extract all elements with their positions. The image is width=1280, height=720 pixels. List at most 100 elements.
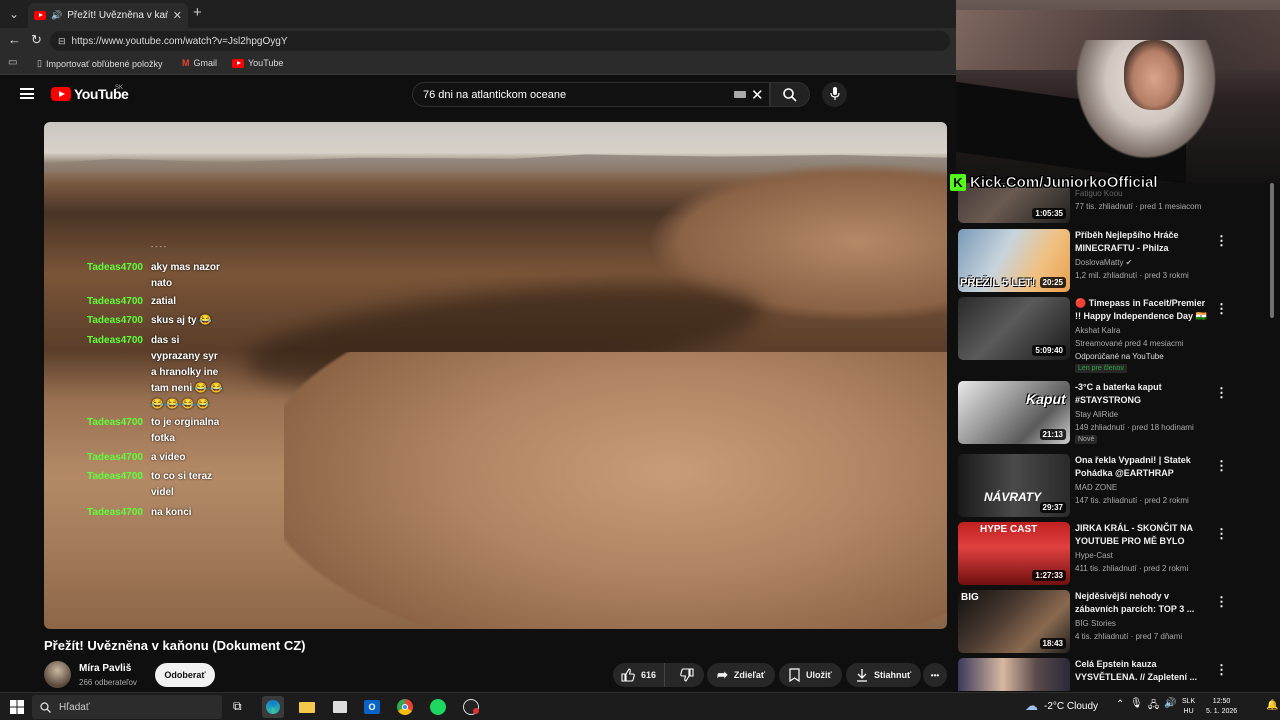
recommended-title[interactable]: Ona řekla Vypadni! | Statek Pohádka @EAR… <box>1075 454 1211 480</box>
dislike-button[interactable] <box>671 663 704 687</box>
task-view-icon[interactable]: ⧉ <box>233 699 242 714</box>
new-tab-plus-icon[interactable]: + <box>193 4 202 21</box>
recommended-title[interactable]: Nejděsivější nehody v zábavních parcích:… <box>1075 590 1211 616</box>
cloud-icon: ☁ <box>1025 698 1038 713</box>
bookmark-youtube[interactable]: YouTube <box>232 58 283 68</box>
chat-username: Tadeas4700 <box>87 471 143 482</box>
save-button[interactable]: Uložiť <box>779 663 842 687</box>
file-explorer-icon[interactable] <box>296 696 318 718</box>
notification-bell-icon[interactable]: 🔔 <box>1266 700 1278 711</box>
more-actions-button[interactable]: ••• <box>923 663 947 687</box>
video-thumbnail[interactable]: NÁVRATY 29:37 <box>958 454 1070 517</box>
url-field[interactable]: ⊟ https://www.youtube.com/watch?v=Jsl2hp… <box>50 31 950 51</box>
video-thumbnail[interactable]: Kaput 21:13 <box>958 381 1070 444</box>
recommended-title[interactable]: -3°C a baterka kaput #STAYSTRONG <box>1075 381 1211 407</box>
tab-list-chevron-icon[interactable]: ⌄ <box>4 4 24 24</box>
clear-search-icon[interactable]: ✕ <box>751 86 764 104</box>
browser-tab-bar: ⌄ 🔊 Přežít! Uvězněna v kaňonu (D ✕ + <box>0 0 956 28</box>
weather-widget[interactable]: ☁ -2°C Cloudy <box>1025 698 1098 714</box>
chrome-icon[interactable] <box>394 696 416 718</box>
chat-text: to je orginalna fotka <box>151 417 220 444</box>
edge-app-icon[interactable] <box>262 696 284 718</box>
search-query: 76 dni na atlantickom oceane <box>423 88 567 101</box>
video-thumbnail[interactable]: HYPE CAST 1:27:33 <box>958 522 1070 585</box>
back-arrow-icon[interactable]: ← <box>8 32 21 47</box>
recommended-video[interactable]: PŘEŽIL 5 LET! 20:25 Příběh Nejlepšího Hr… <box>958 229 1258 292</box>
keyboard-icon[interactable] <box>734 91 746 98</box>
volume-icon[interactable]: 🔊 <box>1164 698 1176 709</box>
more-options-icon[interactable]: ⋮ <box>1215 458 1228 474</box>
obs-icon[interactable] <box>460 696 482 718</box>
video-thumbnail[interactable]: BIG 18:43 <box>958 590 1070 653</box>
thumbnail-text: PŘEŽIL 5 LET! <box>960 277 1036 289</box>
reload-icon[interactable]: ↻ <box>31 32 42 48</box>
recommended-channel[interactable]: Stay AliRide <box>1075 410 1118 419</box>
channel-avatar[interactable] <box>44 661 71 688</box>
youtube-play-icon <box>51 87 71 101</box>
thumbs-down-icon <box>680 668 694 682</box>
recommended-channel[interactable]: DoslovaMatty ✔ <box>1075 258 1132 267</box>
recommended-channel[interactable]: MAD ZONE <box>1075 483 1117 492</box>
browser-tab-active[interactable]: 🔊 Přežít! Uvězněna v kaňonu (D ✕ <box>28 3 188 28</box>
spotify-icon[interactable] <box>427 696 449 718</box>
subscribe-button[interactable]: Odoberať <box>155 663 215 687</box>
video-thumbnail[interactable] <box>958 658 1070 691</box>
search-button[interactable] <box>770 82 810 107</box>
taskbar-search[interactable]: Hľadať <box>32 695 222 719</box>
chevron-up-icon[interactable]: ⌃ <box>1116 699 1124 710</box>
recommended-video[interactable]: Kaput 21:13 -3°C a baterka kaput #STAYST… <box>958 381 1258 447</box>
recommended-video[interactable]: NÁVRATY 29:37 Ona řekla Vypadni! | State… <box>958 454 1258 517</box>
outlook-icon[interactable]: O <box>361 696 383 718</box>
network-icon[interactable]: 🖧 <box>1148 698 1159 715</box>
windows-start-icon[interactable] <box>10 700 24 714</box>
search-input[interactable]: 76 dni na atlantickom oceane <box>412 82 770 107</box>
microphone-tray-icon[interactable]: 🎙 <box>1130 698 1143 709</box>
folder-icon: ▯ <box>37 58 42 68</box>
recommended-video[interactable]: BIG 18:43 Nejděsivější nehody v zábavníc… <box>958 590 1258 653</box>
chat-text: aky mas nazor nato <box>151 262 220 289</box>
sidebar-scrollbar[interactable] <box>1270 183 1274 318</box>
webcam-overlay <box>956 0 1280 183</box>
recommended-title[interactable]: Celá Epstein kauza VYSVĚTLENA. // Zaplet… <box>1075 658 1211 684</box>
reading-list-icon[interactable]: ▭ <box>8 57 17 68</box>
input-language[interactable]: SLK HU <box>1182 697 1195 717</box>
recommended-video[interactable]: Celá Epstein kauza VYSVĚTLENA. // Zaplet… <box>958 658 1258 691</box>
recommended-meta: 1,2 mil. zhliadnutí · pred 3 rokmi <box>1075 271 1189 280</box>
channel-name[interactable]: Míra Pavliš <box>79 663 131 674</box>
recommended-title[interactable]: Příběh Nejlepšího Hráče MINECRAFTU - Phi… <box>1075 229 1211 255</box>
like-button[interactable]: 616 <box>613 663 665 687</box>
more-options-icon[interactable]: ⋮ <box>1215 526 1228 542</box>
hamburger-menu-icon[interactable] <box>20 88 34 99</box>
recommended-video[interactable]: 5:09:40 🔴 Timepass in Faceit/Premier !! … <box>958 297 1258 377</box>
site-info-icon[interactable]: ⊟ <box>58 36 66 47</box>
like-count: 616 <box>641 670 657 680</box>
recommended-meta: 77 tis. zhliadnutí · pred 1 mesiacom <box>1075 202 1202 211</box>
voice-search-button[interactable] <box>822 82 847 107</box>
recommended-video[interactable]: HYPE CAST 1:27:33 JIRKA KRÁL - SKONČIT N… <box>958 522 1258 585</box>
recommended-title[interactable]: JIRKA KRÁL - SKONČIT NA YOUTUBE PRO MĚ B… <box>1075 522 1211 548</box>
video-thumbnail[interactable]: 5:09:40 <box>958 297 1070 360</box>
video-title: Přežít! Uvězněna v kaňonu (Dokument CZ) <box>44 638 306 653</box>
taskbar-clock[interactable]: 12:50 5. 1. 2026 <box>1206 697 1237 717</box>
recommended-channel[interactable]: Hype-Cast <box>1075 551 1113 560</box>
video-thumbnail[interactable]: PŘEŽIL 5 LET! 20:25 <box>958 229 1070 292</box>
more-options-icon[interactable]: ⋮ <box>1215 301 1228 317</box>
share-button[interactable]: ➦ Zdieľať <box>707 663 776 687</box>
clock-time: 12:50 <box>1212 698 1231 705</box>
recommended-channel[interactable]: BIG Stories <box>1075 619 1116 628</box>
tab-close-icon[interactable]: ✕ <box>173 9 182 22</box>
speaker-icon[interactable]: 🔊 <box>51 10 62 21</box>
new-badge: Nové <box>1075 435 1098 444</box>
windows-taskbar: Hľadať ⧉ O ☁ -2°C Cloudy ⌃ 🎙 🖧 🔊 SLK HU … <box>0 692 1280 720</box>
thumbs-up-icon <box>621 668 635 682</box>
store-icon[interactable] <box>329 696 351 718</box>
more-options-icon[interactable]: ⋮ <box>1215 662 1228 678</box>
bookmark-import[interactable]: ▯ Importovať obľúbené položky <box>37 58 163 69</box>
more-options-icon[interactable]: ⋮ <box>1215 385 1228 401</box>
download-button[interactable]: Stiahnuť <box>846 663 922 687</box>
more-options-icon[interactable]: ⋮ <box>1215 233 1228 249</box>
recommended-title[interactable]: 🔴 Timepass in Faceit/Premier !! Happy In… <box>1075 297 1211 323</box>
recommended-channel[interactable]: Akshat Kalra <box>1075 326 1120 335</box>
more-options-icon[interactable]: ⋮ <box>1215 594 1228 610</box>
bookmark-gmail[interactable]: M Gmail <box>182 58 217 68</box>
